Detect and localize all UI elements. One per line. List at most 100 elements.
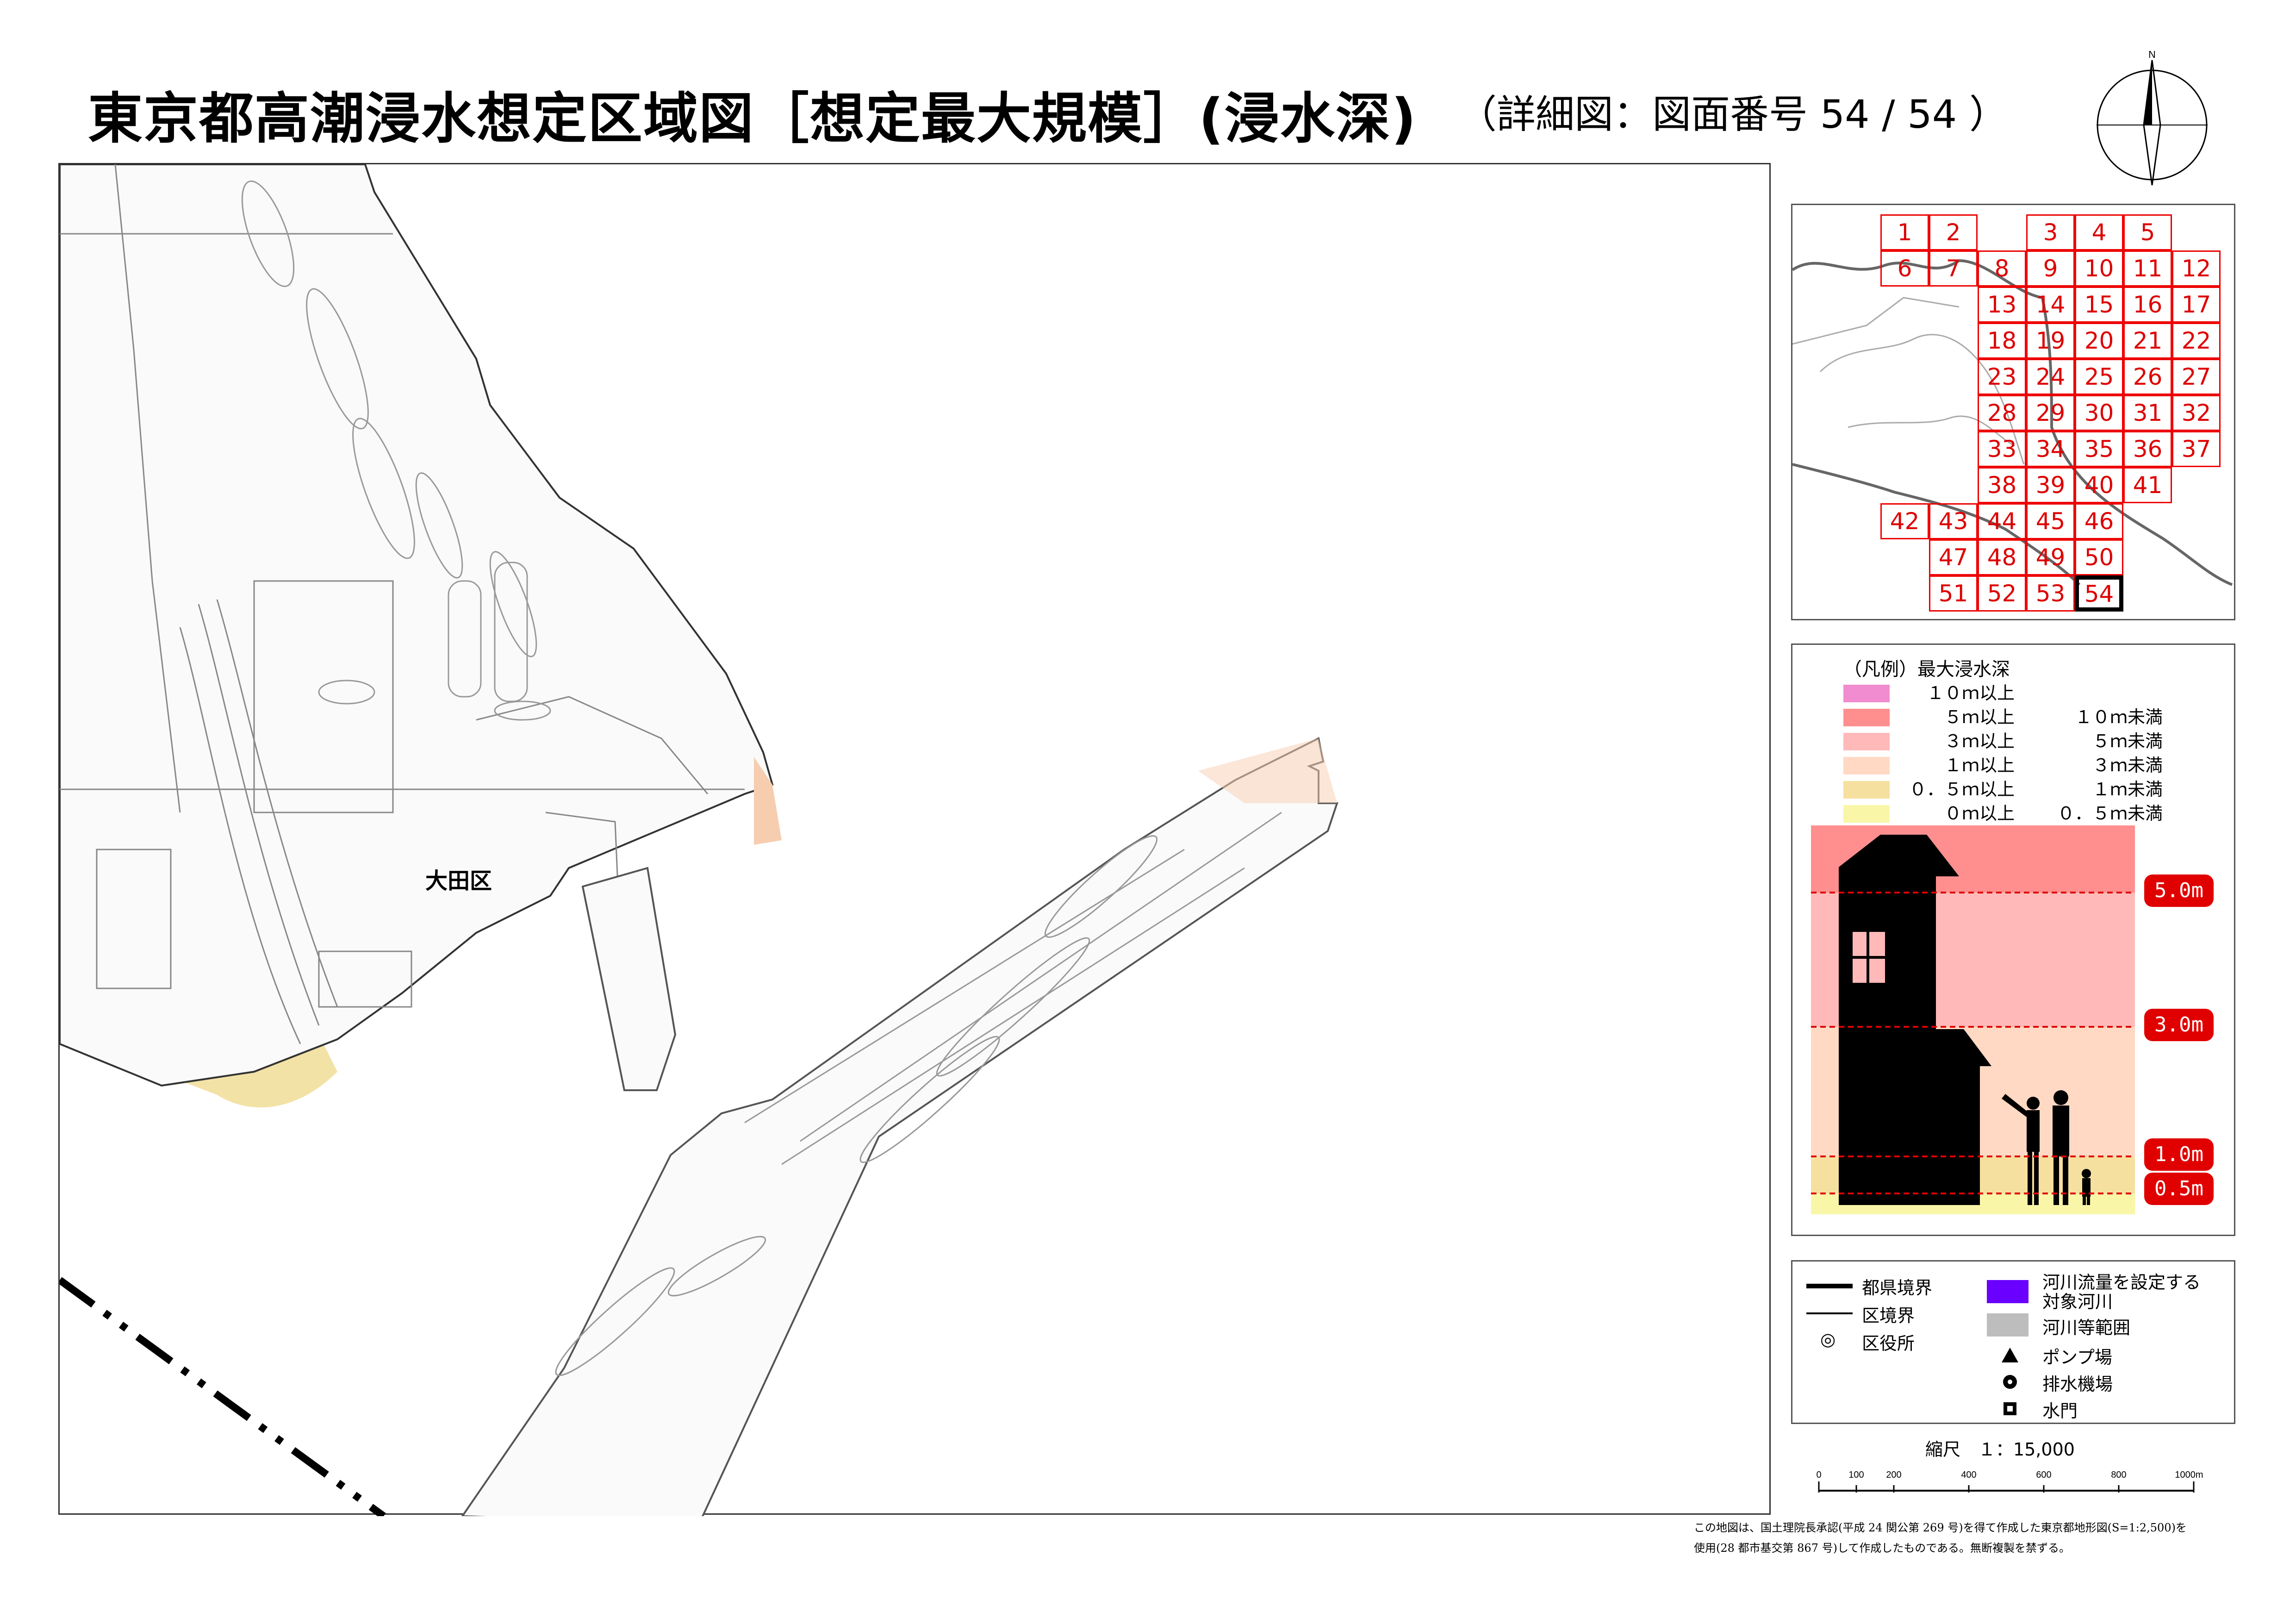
north-arrow-icon: N [2097, 51, 2208, 186]
index-cell-34[interactable]: 34 [2026, 431, 2075, 467]
index-cell-30[interactable]: 30 [2075, 395, 2123, 431]
index-cell-49[interactable]: 49 [2026, 539, 2075, 575]
index-cell-18[interactable]: 18 [1978, 323, 2026, 359]
index-cell-9[interactable]: 9 [2026, 250, 2075, 287]
legend-swatch [1843, 781, 1890, 799]
legend-from: １ｍ以上 [1944, 755, 2015, 775]
sluice-square-icon [2004, 1402, 2016, 1415]
index-cell-48[interactable]: 48 [1978, 539, 2026, 575]
main-map[interactable]: 大田区 [58, 163, 1771, 1516]
index-cell-28[interactable]: 28 [1978, 395, 2026, 431]
index-cell-8[interactable]: 8 [1978, 250, 2026, 287]
index-cell-37[interactable]: 37 [2172, 431, 2221, 467]
scale-tick: 100 [1848, 1470, 1864, 1480]
index-cell-25[interactable]: 25 [2075, 359, 2123, 395]
index-cell-33[interactable]: 33 [1978, 431, 2026, 467]
index-cell-42[interactable]: 42 [1880, 503, 1929, 539]
index-cell-52[interactable]: 52 [1978, 575, 2026, 612]
legend-title: （凡例）最大浸水深 [1843, 659, 2010, 680]
legend-panel: （凡例）最大浸水深 １０ｍ以上 ５ｍ以上 １０ｍ未満 ３ｍ以上 ５ｍ未満 １ｍ以上 ３ｍ未満… [1791, 643, 2235, 1236]
legend-row: １ｍ以上 ３ｍ未満 [1843, 754, 2223, 776]
index-cell-39[interactable]: 39 [2026, 467, 2075, 503]
index-cell-27[interactable]: 27 [2172, 359, 2221, 395]
legend-from: ０．５ｍ以上 [1909, 779, 2015, 800]
index-cell-2[interactable]: 2 [1929, 214, 1978, 250]
index-cell-54[interactable]: 54 [2075, 575, 2123, 612]
index-cell-46[interactable]: 46 [2075, 503, 2123, 539]
drainage-label: 排水機場 [2042, 1374, 2113, 1394]
index-cell-6[interactable]: 6 [1880, 250, 1929, 287]
pump-label: ポンプ場 [2042, 1347, 2112, 1368]
index-cell-17[interactable]: 17 [2172, 287, 2221, 323]
index-cell-44[interactable]: 44 [1978, 503, 2026, 539]
legend-row: ０．５ｍ以上 １ｍ未満 [1843, 778, 2223, 800]
index-cell-21[interactable]: 21 [2123, 323, 2172, 359]
index-cell-47[interactable]: 47 [1929, 539, 1978, 575]
index-cell-1[interactable]: 1 [1880, 214, 1929, 250]
index-cell-29[interactable]: 29 [2026, 395, 2075, 431]
legend-row: ３ｍ以上 ５ｍ未満 [1843, 730, 2223, 752]
legend-to: １ｍ未満 [2092, 779, 2163, 800]
drainage-circle-icon [2003, 1375, 2017, 1389]
scale-bar: 0 100 200 400 600 800 1000m [1816, 1470, 2203, 1493]
taxiway-bridge [581, 867, 677, 1091]
scale-label: 縮尺 １：15,000 [1925, 1439, 2075, 1460]
index-cell-38[interactable]: 38 [1978, 467, 2026, 503]
scale-tick: 0 [1816, 1470, 1821, 1480]
index-cell-19[interactable]: 19 [2026, 323, 2075, 359]
index-cell-40[interactable]: 40 [2075, 467, 2123, 503]
index-cell-35[interactable]: 35 [2075, 431, 2123, 467]
page-title: 東京都高潮浸水想定区域図［想定最大規模］(浸水深) [88, 87, 1417, 150]
index-map: 1 2 3 4 5 6 7 8 9 10 11 12 13 14 15 16 17 18 19 20 21 22 23 24 2… [1791, 204, 2235, 620]
ward-boundary-label: 区境界 [1862, 1305, 1915, 1326]
index-cell-10[interactable]: 10 [2075, 250, 2123, 287]
index-cell-13[interactable]: 13 [1978, 287, 2026, 323]
scale-tick: 1000m [2175, 1470, 2203, 1480]
legend-to: ３ｍ未満 [2092, 755, 2163, 775]
index-cell-41[interactable]: 41 [2123, 467, 2172, 503]
index-cell-11[interactable]: 11 [2123, 250, 2172, 287]
index-cell-24[interactable]: 24 [2026, 359, 2075, 395]
index-cell-16[interactable]: 16 [2123, 287, 2172, 323]
index-cell-50[interactable]: 50 [2075, 539, 2123, 575]
index-cell-43[interactable]: 43 [1929, 503, 1978, 539]
prefecture-boundary-line [60, 1277, 386, 1516]
sluice-label: 水門 [2042, 1401, 2078, 1421]
legend-row: １０ｍ以上 [1843, 682, 2223, 704]
index-cell-14[interactable]: 14 [2026, 287, 2075, 323]
legend-to: １０ｍ未満 [2074, 707, 2163, 727]
index-cell-15[interactable]: 15 [2075, 287, 2123, 323]
ward-office-label: 区役所 [1862, 1333, 1915, 1354]
index-cell-7[interactable]: 7 [1929, 250, 1978, 287]
index-cell-4[interactable]: 4 [2075, 214, 2123, 250]
legend-from: ３ｍ以上 [1944, 731, 2015, 751]
target-river-swatch [1987, 1280, 2028, 1303]
legend-from: ０ｍ以上 [1944, 803, 2015, 824]
depth-tag-3m: 3.0m [2144, 1009, 2214, 1041]
index-cell-3[interactable]: 3 [2026, 214, 2075, 250]
legend-swatch [1843, 757, 1890, 775]
legend-from: １０ｍ以上 [1926, 683, 2015, 703]
index-cell-22[interactable]: 22 [2172, 323, 2221, 359]
depth-illustration [1811, 825, 2135, 1214]
index-cell-36[interactable]: 36 [2123, 431, 2172, 467]
sheet-number: （詳細図：図面番号 54 / 54 ） [1458, 92, 2008, 137]
index-cell-20[interactable]: 20 [2075, 323, 2123, 359]
index-cell-5[interactable]: 5 [2123, 214, 2172, 250]
scale-tick: 200 [1886, 1470, 1901, 1480]
symbol-legend: 都県境界 区境界 ◎ 区役所 河川流量を設定する 対象河川 河川等範囲 ポンプ場… [1791, 1260, 2235, 1424]
legend-swatch [1843, 685, 1890, 702]
index-cell-32[interactable]: 32 [2172, 395, 2221, 431]
river-area-label: 河川等範囲 [2042, 1318, 2131, 1338]
index-cell-23[interactable]: 23 [1978, 359, 2026, 395]
depth-tag-05m: 0.5m [2144, 1173, 2214, 1205]
copyright-line-1: この地図は、国土理院長承認(平成 24 関公第 269 号)を得て作成した東京都… [1694, 1521, 2187, 1534]
index-cell-45[interactable]: 45 [2026, 503, 2075, 539]
index-cell-31[interactable]: 31 [2123, 395, 2172, 431]
index-cell-26[interactable]: 26 [2123, 359, 2172, 395]
index-cell-12[interactable]: 12 [2172, 250, 2221, 287]
index-cell-53[interactable]: 53 [2026, 575, 2075, 612]
legend-row: ５ｍ以上 １０ｍ未満 [1843, 706, 2223, 728]
index-cell-51[interactable]: 51 [1929, 575, 1978, 612]
legend-swatch [1843, 805, 1890, 823]
